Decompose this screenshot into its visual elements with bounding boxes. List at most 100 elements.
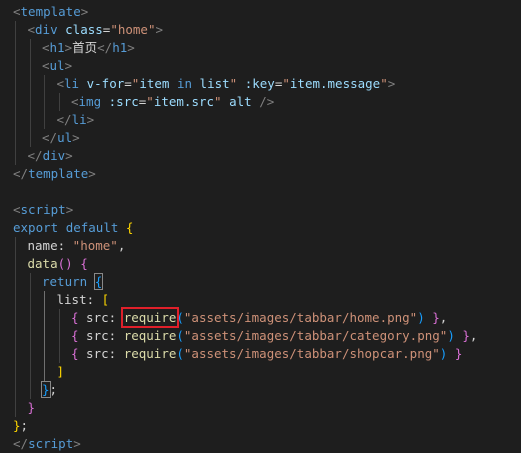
indent-guide bbox=[44, 291, 45, 309]
code-token: /> bbox=[259, 94, 275, 109]
code-text: list: [ bbox=[57, 291, 110, 309]
code-line[interactable] bbox=[0, 183, 521, 201]
indent-guide bbox=[29, 75, 31, 93]
code-line[interactable]: { src: require("assets/images/tabbar/hom… bbox=[0, 307, 521, 328]
code-text: export default { bbox=[13, 219, 133, 237]
indent-guide bbox=[44, 93, 45, 111]
code-token: "assets/images/tabbar/home.png" bbox=[183, 310, 418, 325]
code-token: ( bbox=[176, 328, 184, 343]
code-token: img bbox=[78, 94, 102, 109]
code-line[interactable]: data() { bbox=[0, 255, 521, 273]
code-token: script bbox=[20, 202, 66, 217]
code-token: { bbox=[125, 220, 134, 235]
code-token: > bbox=[72, 130, 80, 145]
code-line[interactable]: { src: require("assets/images/tabbar/sho… bbox=[0, 345, 521, 363]
code-text: </script> bbox=[13, 435, 81, 453]
code-token: default bbox=[65, 220, 119, 235]
code-editor[interactable]: <template> <div class="home"> <h1>首页</h1> <… bbox=[0, 0, 521, 451]
indent-guide bbox=[15, 273, 16, 291]
indent-guide bbox=[15, 345, 16, 363]
code-token: div bbox=[35, 22, 58, 37]
code-token: 首页 bbox=[72, 40, 98, 55]
code-token: " bbox=[214, 94, 222, 109]
code-line[interactable]: <script> bbox=[0, 201, 521, 219]
indent-guide bbox=[44, 75, 45, 93]
code-line[interactable]: }; bbox=[0, 381, 521, 399]
code-line[interactable]: { src: require("assets/images/tabbar/cat… bbox=[0, 327, 521, 345]
indent-guide bbox=[44, 327, 45, 345]
code-line[interactable]: ] bbox=[0, 363, 521, 381]
code-token: data bbox=[27, 256, 58, 271]
code-text: <template> bbox=[13, 3, 88, 21]
indent-guide bbox=[15, 363, 16, 381]
code-line[interactable]: } bbox=[0, 399, 521, 417]
code-token: li bbox=[64, 76, 80, 91]
indent-guide bbox=[58, 93, 60, 111]
code-line[interactable]: </script> bbox=[0, 435, 521, 453]
matched-bracket: } bbox=[41, 381, 51, 398]
code-text: ] bbox=[57, 363, 65, 381]
code-text: <li v-for="item in list" :key="item.mess… bbox=[57, 75, 396, 93]
code-line[interactable]: <li v-for="item in list" :key="item.mess… bbox=[0, 75, 521, 93]
code-token: class bbox=[65, 22, 103, 37]
code-line[interactable]: return { bbox=[0, 273, 521, 291]
indent-guide bbox=[15, 93, 16, 111]
code-token: > bbox=[65, 148, 73, 163]
code-line[interactable]: <img :src="item.src" alt /> bbox=[0, 93, 521, 111]
code-line[interactable]: }; bbox=[0, 417, 521, 435]
code-line[interactable]: <div class="home"> bbox=[0, 21, 521, 39]
code-token: ul bbox=[49, 58, 65, 73]
code-line[interactable]: </template> bbox=[0, 165, 521, 183]
code-text: </template> bbox=[13, 165, 96, 183]
code-line[interactable]: <ul> bbox=[0, 57, 521, 75]
indent-guide bbox=[15, 21, 16, 39]
matched-bracket: { bbox=[93, 273, 104, 290]
code-token: ( bbox=[176, 310, 184, 325]
code-line[interactable]: </div> bbox=[0, 147, 521, 165]
code-token: > bbox=[65, 202, 74, 217]
code-token: < bbox=[13, 4, 21, 19]
code-line[interactable]: <template> bbox=[0, 3, 521, 21]
code-token: } bbox=[13, 418, 21, 433]
code-token: name bbox=[27, 238, 58, 253]
code-token: :src bbox=[108, 94, 139, 109]
code-line[interactable]: name: "home", bbox=[0, 237, 521, 255]
code-token: div bbox=[42, 148, 66, 163]
code-token: , bbox=[117, 238, 126, 253]
indent-guide bbox=[15, 237, 16, 255]
code-token: ( bbox=[176, 346, 184, 361]
code-token: < bbox=[56, 76, 65, 91]
code-token: "home" bbox=[110, 22, 156, 37]
code-token: require bbox=[123, 346, 177, 361]
indent-guide bbox=[15, 399, 16, 417]
code-line[interactable]: list: [ bbox=[0, 291, 521, 309]
code-token: ; bbox=[49, 382, 58, 397]
code-text: <ul> bbox=[42, 57, 72, 75]
code-line[interactable]: export default { bbox=[0, 219, 521, 237]
code-token: { bbox=[80, 256, 88, 271]
code-token: h1 bbox=[112, 40, 128, 55]
code-token: > bbox=[73, 436, 81, 451]
code-token: item bbox=[139, 76, 170, 91]
code-text: </li> bbox=[57, 111, 95, 129]
code-line[interactable]: </li> bbox=[0, 111, 521, 129]
indent-guide bbox=[29, 57, 31, 75]
indent-guide bbox=[15, 291, 16, 309]
indent-guide bbox=[15, 39, 16, 57]
code-token: li bbox=[71, 112, 87, 127]
code-line[interactable]: </ul> bbox=[0, 129, 521, 147]
code-text: <script> bbox=[13, 201, 73, 219]
code-token: </ bbox=[56, 112, 72, 127]
indent-guide bbox=[29, 345, 31, 363]
code-token: ) bbox=[447, 328, 455, 343]
code-token: > bbox=[64, 58, 73, 73]
code-token: v-for bbox=[86, 76, 125, 91]
code-token: in bbox=[169, 76, 200, 91]
indent-guide bbox=[29, 93, 31, 111]
code-line[interactable]: <h1>首页</h1> bbox=[0, 39, 521, 57]
indent-guide bbox=[29, 273, 31, 291]
